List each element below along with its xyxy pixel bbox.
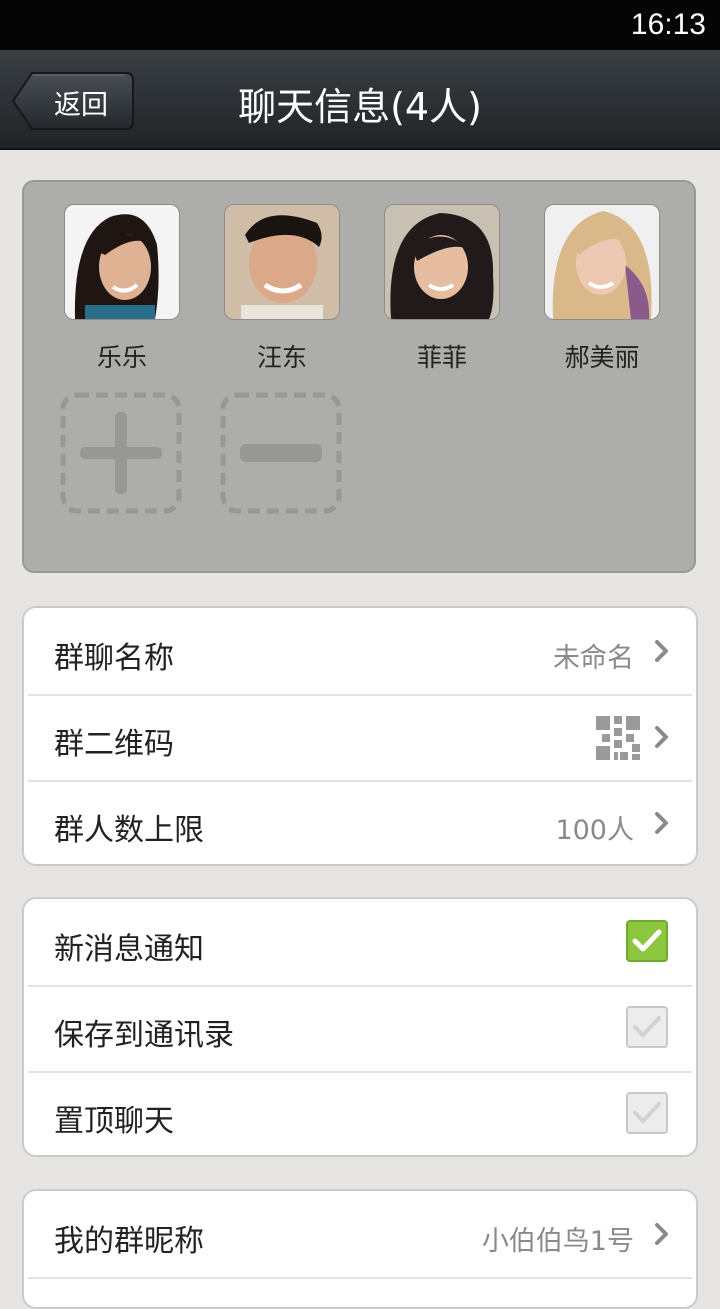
plus-icon (60, 392, 182, 514)
page-title: 聊天信息(4人) (238, 85, 482, 129)
add-member-button[interactable] (60, 392, 182, 514)
members-panel: 乐乐 汪东 菲菲 郝美丽 (22, 180, 696, 573)
member-item[interactable]: 乐乐 (62, 204, 182, 374)
notify-checkbox[interactable] (626, 920, 668, 962)
chat-settings-card: 新消息通知 保存到通讯录 置顶聊天 (22, 897, 698, 1157)
group-limit-value: 100人 (555, 815, 634, 846)
save-contacts-checkbox[interactable] (626, 1006, 668, 1048)
minus-icon (220, 392, 342, 514)
member-item[interactable]: 菲菲 (382, 204, 502, 374)
nickname-row[interactable]: 我的群昵称 小伯伯鸟1号 (24, 1191, 696, 1277)
chevron-right-icon (655, 1223, 668, 1245)
avatar-image-icon (225, 205, 339, 319)
member-item[interactable]: 汪东 (222, 204, 342, 374)
avatar-image-icon (545, 205, 659, 319)
check-icon (633, 1016, 661, 1037)
member-name: 乐乐 (96, 343, 147, 372)
save-contacts-label: 保存到通讯录 (54, 1018, 234, 1053)
next-row[interactable] (24, 1277, 696, 1307)
avatar[interactable] (224, 204, 340, 320)
member-name: 郝美丽 (564, 343, 640, 372)
chevron-right-icon (655, 812, 668, 834)
pin-chat-checkbox[interactable] (626, 1092, 668, 1134)
nickname-label: 我的群昵称 (54, 1224, 204, 1259)
avatar[interactable] (64, 204, 180, 320)
status-time: 16:13 (630, 8, 706, 41)
chevron-right-icon (655, 640, 668, 662)
member-name: 汪东 (256, 343, 307, 372)
group-qr-row[interactable]: 群二维码 (24, 694, 696, 780)
member-name: 菲菲 (416, 343, 467, 372)
save-contacts-row[interactable]: 保存到通讯录 (24, 985, 696, 1071)
member-item[interactable]: 郝美丽 (542, 204, 662, 374)
nickname-value: 小伯伯鸟1号 (481, 1226, 634, 1257)
profile-card: 我的群昵称 小伯伯鸟1号 (22, 1189, 698, 1309)
check-icon (632, 929, 662, 952)
qr-code-icon (596, 716, 640, 760)
group-limit-row[interactable]: 群人数上限 100人 (24, 780, 696, 864)
remove-member-button[interactable] (220, 392, 342, 514)
chevron-right-icon (655, 726, 668, 748)
group-qr-label: 群二维码 (54, 727, 174, 762)
pin-chat-label: 置顶聊天 (54, 1104, 174, 1139)
group-name-label: 群聊名称 (54, 641, 174, 676)
group-name-value: 未命名 (553, 643, 634, 674)
notify-label: 新消息通知 (54, 932, 204, 967)
group-limit-label: 群人数上限 (54, 813, 204, 848)
notify-row[interactable]: 新消息通知 (24, 899, 696, 985)
nav-bar: 返回 聊天信息(4人) (0, 50, 720, 150)
avatar-image-icon (385, 205, 499, 319)
group-name-row[interactable]: 群聊名称 未命名 (24, 608, 696, 694)
pin-chat-row[interactable]: 置顶聊天 (24, 1071, 696, 1155)
check-icon (633, 1102, 661, 1123)
avatar[interactable] (544, 204, 660, 320)
group-settings-card: 群聊名称 未命名 群二维码 群人数上限 100人 (22, 606, 698, 866)
avatar-image-icon (65, 205, 179, 319)
status-bar: 16:13 (0, 0, 720, 50)
avatar[interactable] (384, 204, 500, 320)
